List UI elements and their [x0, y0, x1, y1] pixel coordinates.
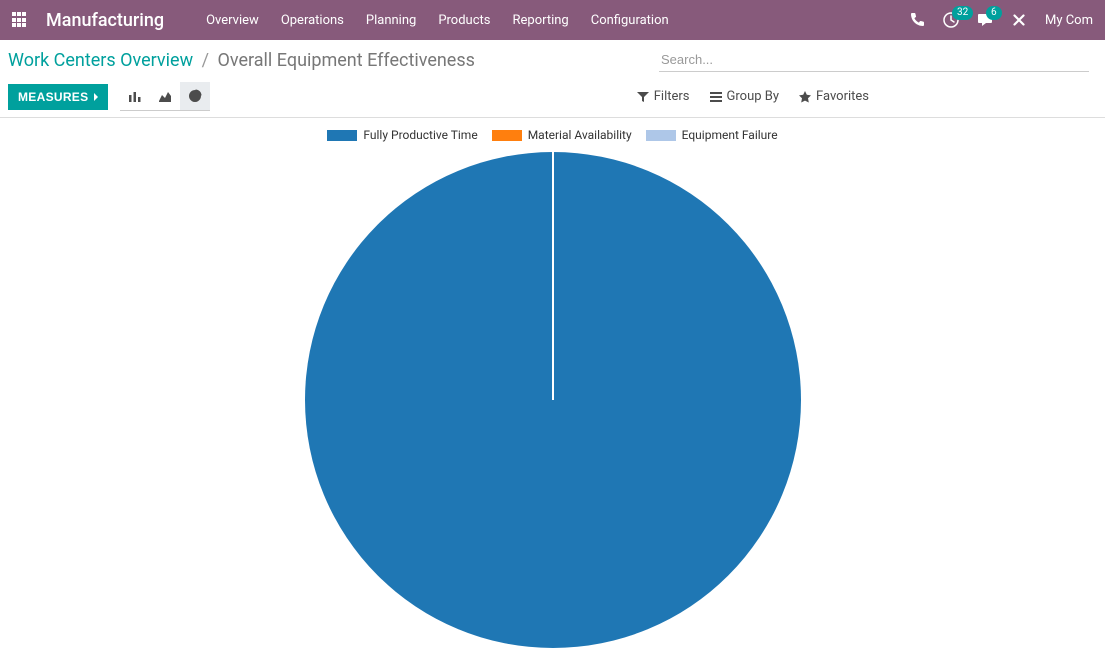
bar-chart-button[interactable]	[120, 82, 150, 110]
measures-button[interactable]: MEASURES	[8, 84, 108, 110]
legend-item-1[interactable]: Material Availability	[492, 128, 632, 142]
bar-chart-icon	[128, 89, 142, 103]
messages-icon[interactable]: 6	[977, 12, 993, 28]
app-brand[interactable]: Manufacturing	[46, 10, 164, 31]
chart-legend: Fully Productive Time Material Availabil…	[327, 128, 777, 142]
top-navbar: Manufacturing Overview Operations Planni…	[0, 0, 1105, 40]
group-by-label: Group By	[727, 89, 780, 104]
filter-icon	[637, 91, 649, 103]
star-icon	[799, 91, 811, 103]
navbar-right: 32 6 My Com	[909, 12, 1093, 28]
menu-overview[interactable]: Overview	[206, 13, 259, 28]
legend-label-1: Material Availability	[528, 128, 632, 142]
breadcrumb: Work Centers Overview / Overall Equipmen…	[8, 48, 659, 71]
search-options: Filters Group By Favorites	[637, 89, 1089, 104]
legend-label-2: Equipment Failure	[682, 128, 778, 142]
search-box[interactable]	[659, 48, 1089, 72]
search-input[interactable]	[659, 48, 1089, 71]
phone-icon[interactable]	[909, 12, 925, 28]
breadcrumb-separator: /	[202, 50, 209, 71]
measures-label: MEASURES	[18, 90, 88, 104]
legend-label-0: Fully Productive Time	[363, 128, 477, 142]
filters-label: Filters	[654, 89, 690, 104]
apps-icon[interactable]	[12, 12, 28, 28]
favorites-label: Favorites	[816, 89, 869, 104]
breadcrumb-parent[interactable]: Work Centers Overview	[8, 50, 193, 71]
menu-operations[interactable]: Operations	[281, 13, 344, 28]
legend-swatch-0	[327, 130, 357, 141]
pie-chart-icon	[188, 89, 202, 103]
pie-chart-button[interactable]	[180, 82, 210, 110]
group-by-button[interactable]: Group By	[710, 89, 780, 104]
company-selector[interactable]: My Com	[1045, 13, 1093, 28]
menu-planning[interactable]: Planning	[366, 13, 416, 28]
menu-configuration[interactable]: Configuration	[591, 13, 669, 28]
caret-right-icon	[94, 93, 98, 101]
line-chart-icon	[158, 89, 172, 103]
activities-badge: 32	[952, 6, 973, 20]
list-icon	[710, 91, 722, 103]
activities-icon[interactable]: 32	[943, 12, 959, 28]
messages-badge: 6	[986, 6, 1002, 20]
chart-area: Fully Productive Time Material Availabil…	[0, 118, 1105, 650]
main-menu: Overview Operations Planning Products Re…	[206, 13, 909, 28]
legend-swatch-2	[646, 130, 676, 141]
legend-item-2[interactable]: Equipment Failure	[646, 128, 778, 142]
menu-reporting[interactable]: Reporting	[513, 13, 569, 28]
chart-type-toggle	[120, 82, 210, 111]
control-panel: Work Centers Overview / Overall Equipmen…	[0, 40, 1105, 118]
line-chart-button[interactable]	[150, 82, 180, 110]
pie-chart	[303, 150, 803, 650]
menu-products[interactable]: Products	[438, 13, 490, 28]
filters-button[interactable]: Filters	[637, 89, 690, 104]
favorites-button[interactable]: Favorites	[799, 89, 869, 104]
legend-item-0[interactable]: Fully Productive Time	[327, 128, 477, 142]
settings-icon[interactable]	[1011, 12, 1027, 28]
breadcrumb-current: Overall Equipment Effectiveness	[217, 50, 474, 71]
legend-swatch-1	[492, 130, 522, 141]
